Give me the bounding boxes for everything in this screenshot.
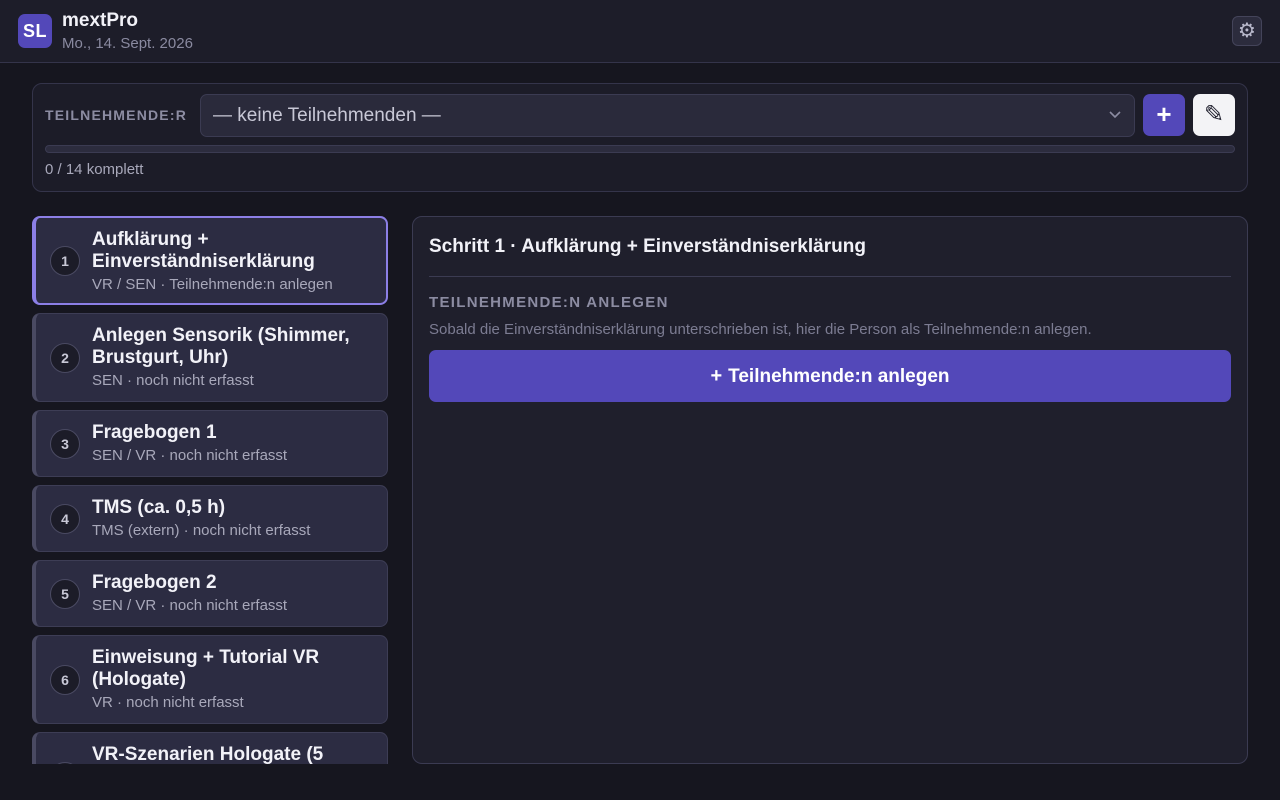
edit-participant-button[interactable]: ✎ [1193,94,1235,136]
step-title: Aufklärung + Einverständniserklärung [92,229,315,272]
divider [429,276,1231,277]
step-card[interactable]: 4 TMS (ca. 0,5 h) TMS (extern) · noch ni… [32,485,388,552]
step-card[interactable]: 3 Fragebogen 1 SEN / VR · noch nicht erf… [32,410,388,477]
section-description: Sobald die Einverständniserklärung unter… [429,321,1092,338]
chevron-down-icon [1108,95,1122,152]
participant-select[interactable]: — keine Teilnehmenden — [200,94,1135,137]
participant-select-value: — keine Teilnehmenden — [213,105,441,126]
step-detail-panel: Schritt 1 · Aufklärung + Einverständnise… [412,216,1248,764]
step-title: VR-Szenarien Hologate (5 [92,744,324,764]
gear-icon: ⚙ [1238,20,1256,42]
app-header: SL mextPro Mo., 14. Sept. 2026 ⚙ [0,0,1280,63]
participant-label: TEILNEHMENDE:R [45,107,188,123]
section-label: TEILNEHMENDE:N ANLEGEN [429,294,669,311]
step-card[interactable]: 5 Fragebogen 2 SEN / VR · noch nicht erf… [32,560,388,627]
step-subtitle: TMS (extern) · noch nicht erfasst [92,522,311,539]
create-participant-button[interactable]: + Teilnehmende:n anlegen [429,350,1231,402]
step-number: 4 [50,504,80,534]
step-card[interactable]: 2 Anlegen Sensorik (Shimmer, Brustgurt, … [32,313,388,402]
step-number: 3 [50,429,80,459]
step-card[interactable]: 6 Einweisung + Tutorial VR (Hologate) VR… [32,635,388,724]
step-title: Fragebogen 1 [92,422,217,443]
steps-list: 1 Aufklärung + Einverständniserklärung V… [32,216,388,764]
participant-panel: TEILNEHMENDE:R — keine Teilnehmenden — +… [32,83,1248,192]
step-subtitle: SEN / VR · noch nicht erfasst [92,597,288,614]
step-title: Fragebogen 2 [92,572,217,593]
step-title: Anlegen Sensorik (Shimmer, Brustgurt, Uh… [92,325,350,368]
step-subtitle: VR · noch nicht erfasst [92,694,244,711]
step-card[interactable]: 7 VR-Szenarien Hologate (5 [32,732,388,764]
app-logo: SL [18,14,52,48]
step-detail-heading: Schritt 1 · Aufklärung + Einverständnise… [429,236,866,257]
step-number: 1 [50,246,80,276]
current-date: Mo., 14. Sept. 2026 [62,35,193,52]
add-participant-button[interactable]: + [1143,94,1185,136]
progress-text: 0 / 14 komplett [45,161,144,178]
plus-icon: + [710,365,723,387]
step-subtitle: SEN · noch nicht erfasst [92,372,254,389]
step-number: 7 [50,762,80,764]
step-title: TMS (ca. 0,5 h) [92,497,226,518]
step-number: 6 [50,665,80,695]
step-subtitle: VR / SEN · Teilnehmende:n anlegen [92,276,333,293]
progress-bar [45,145,1235,153]
step-number: 2 [50,343,80,373]
settings-button[interactable]: ⚙ [1232,16,1262,46]
create-participant-label: Teilnehmende:n anlegen [728,366,950,387]
plus-icon: + [1156,99,1172,129]
step-subtitle: SEN / VR · noch nicht erfasst [92,447,288,464]
step-card[interactable]: 1 Aufklärung + Einverständniserklärung V… [32,216,388,305]
step-number: 5 [50,579,80,609]
pencil-icon: ✎ [1203,101,1225,128]
step-title: Einweisung + Tutorial VR (Hologate) [92,647,320,690]
app-title: mextPro [62,10,139,31]
